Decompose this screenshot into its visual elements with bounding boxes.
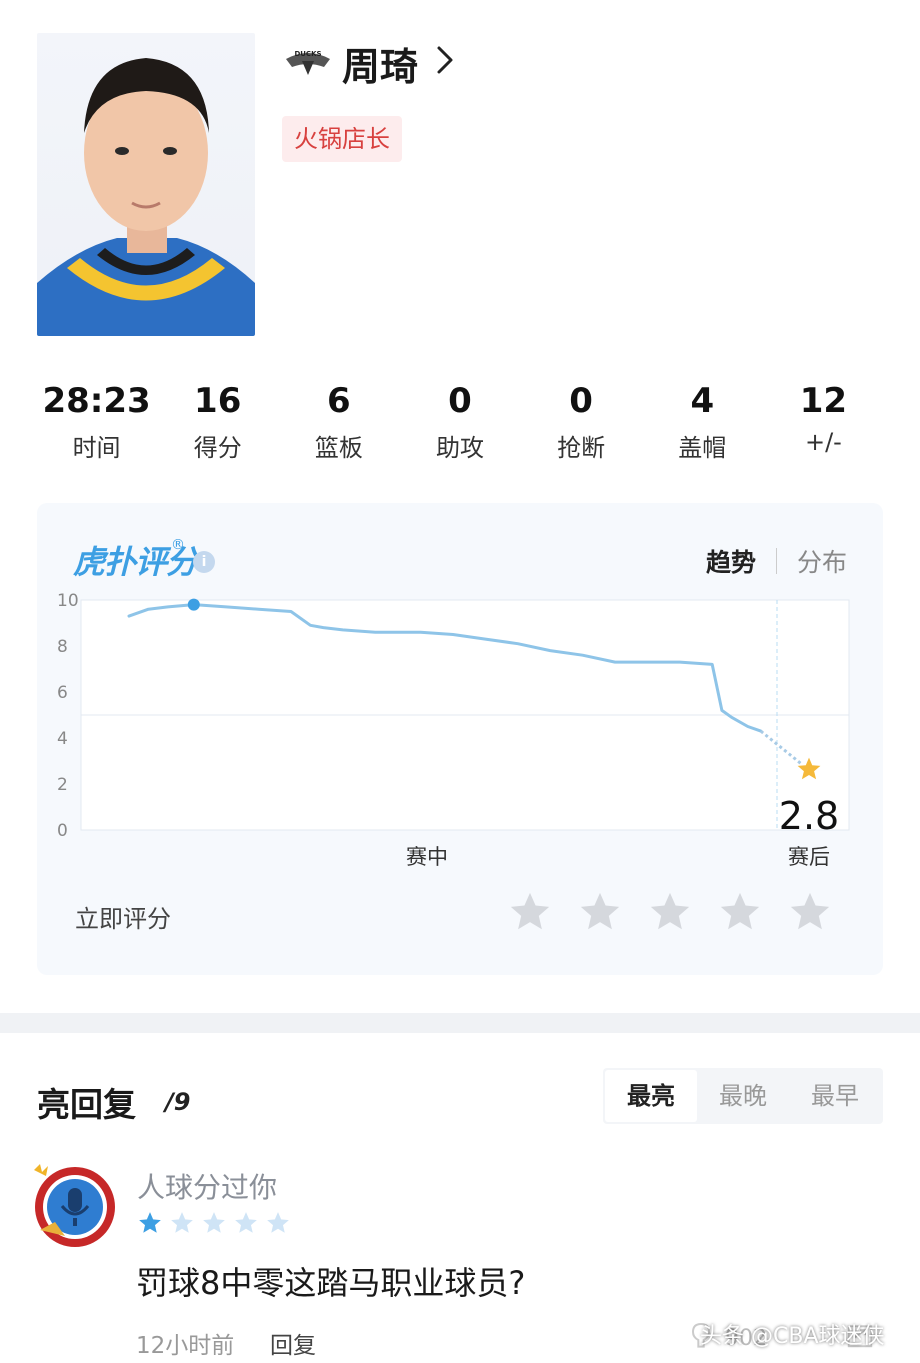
rating-card: 虎扑评分 ® i 趋势 分布 10 8 6 4 2 0 2.8 赛中 赛后 立即评分 bbox=[37, 503, 883, 975]
user-star-5 bbox=[267, 1212, 289, 1233]
sort-tab-hottest[interactable]: 最亮 bbox=[605, 1070, 697, 1122]
tab-divider bbox=[775, 548, 777, 574]
stat-label: 盖帽 bbox=[678, 434, 727, 462]
stats-row: 28:23 时间 16 得分 6 篮板 0 助攻 0 抢断 4 盖帽 12 +/… bbox=[36, 378, 884, 468]
rating-stars-input bbox=[507, 889, 833, 935]
y-tick-label: 6 bbox=[57, 683, 68, 703]
rate-star-5[interactable] bbox=[787, 889, 833, 935]
y-tick-label: 4 bbox=[57, 729, 68, 749]
stat-value: 16 bbox=[194, 381, 242, 421]
user-star-4 bbox=[235, 1212, 257, 1233]
stat-plus-minus: 12 +/- bbox=[763, 378, 884, 468]
team-logo-text: DUCKS bbox=[294, 50, 321, 58]
section-divider bbox=[0, 1013, 920, 1033]
y-tick-label: 0 bbox=[57, 821, 68, 841]
player-name[interactable]: 周琦 bbox=[342, 36, 418, 91]
stat-points: 16 得分 bbox=[157, 378, 278, 468]
reply-text: 罚球8中零这踏马职业球员? bbox=[136, 1264, 526, 1302]
stat-label: 得分 bbox=[193, 434, 242, 462]
stat-label: 篮板 bbox=[314, 434, 363, 462]
avatar[interactable] bbox=[30, 1160, 120, 1250]
reply-username[interactable]: 人球分过你 bbox=[137, 1166, 277, 1206]
y-tick-label: 8 bbox=[57, 637, 68, 657]
x-label-post-game: 赛后 bbox=[788, 845, 830, 869]
reply-timestamp: 12小时前 bbox=[136, 1333, 235, 1359]
chevron-right-icon[interactable] bbox=[430, 40, 460, 80]
chart-tabs: 趋势 分布 bbox=[706, 543, 847, 579]
user-star-3 bbox=[203, 1212, 225, 1233]
user-star-2 bbox=[171, 1212, 193, 1233]
player-tag-badge: 火锅店长 bbox=[282, 116, 402, 162]
stat-minutes: 28:23 时间 bbox=[36, 378, 157, 468]
rate-star-1[interactable] bbox=[507, 889, 553, 935]
stat-label: 抢断 bbox=[557, 434, 606, 462]
stat-value: 0 bbox=[569, 381, 593, 421]
stat-value: 4 bbox=[690, 381, 715, 421]
rating-trend-chart: 10 8 6 4 2 0 2.8 赛中 赛后 bbox=[57, 591, 850, 869]
stat-value: 28:23 bbox=[42, 381, 151, 421]
stat-steals: 0 抢断 bbox=[521, 378, 642, 468]
y-tick-label: 10 bbox=[57, 591, 79, 611]
user-star-1 bbox=[139, 1212, 161, 1233]
rate-star-2[interactable] bbox=[577, 889, 623, 935]
stat-assists: 0 助攻 bbox=[399, 378, 520, 468]
replies-title: 亮回复 bbox=[37, 1085, 136, 1124]
replies-count: /9 bbox=[165, 1088, 191, 1116]
team-logo: DUCKS bbox=[284, 45, 332, 77]
stat-label: +/- bbox=[804, 428, 842, 456]
stat-label: 时间 bbox=[72, 434, 121, 462]
final-score-value: 2.8 bbox=[779, 794, 839, 838]
registered-mark: ® bbox=[171, 537, 185, 553]
stat-value: 0 bbox=[448, 381, 472, 421]
sort-tab-latest[interactable]: 最晚 bbox=[697, 1070, 789, 1122]
stat-label: 助攻 bbox=[435, 434, 484, 462]
stat-blocks: 4 盖帽 bbox=[642, 378, 763, 468]
sort-tab-earliest[interactable]: 最早 bbox=[789, 1070, 881, 1122]
stat-value: 6 bbox=[327, 381, 351, 421]
tab-distribution[interactable]: 分布 bbox=[797, 543, 847, 579]
y-tick-label: 2 bbox=[57, 775, 68, 795]
reply-button[interactable]: 回复 bbox=[270, 1326, 316, 1360]
peak-point bbox=[187, 598, 200, 611]
reply-user-rating bbox=[137, 1210, 291, 1236]
watermark: 头条 @CBA球迷侠 bbox=[700, 1324, 885, 1349]
reply-sort-tabs: 最亮 最晚 最早 bbox=[603, 1068, 883, 1124]
stat-rebounds: 6 篮板 bbox=[278, 378, 399, 468]
stat-value: 12 bbox=[799, 381, 848, 421]
rate-star-4[interactable] bbox=[717, 889, 763, 935]
tab-trend[interactable]: 趋势 bbox=[706, 543, 756, 579]
x-label-in-game: 赛中 bbox=[406, 845, 448, 869]
rate-now-label: 立即评分 bbox=[75, 905, 171, 933]
player-photo bbox=[37, 33, 255, 336]
player-rating-page: DUCKS 周琦 火锅店长 28:23 时间 16 得分 6 篮板 0 助攻 0… bbox=[0, 0, 920, 1363]
info-icon[interactable]: i bbox=[193, 551, 215, 573]
rate-star-3[interactable] bbox=[647, 889, 693, 935]
